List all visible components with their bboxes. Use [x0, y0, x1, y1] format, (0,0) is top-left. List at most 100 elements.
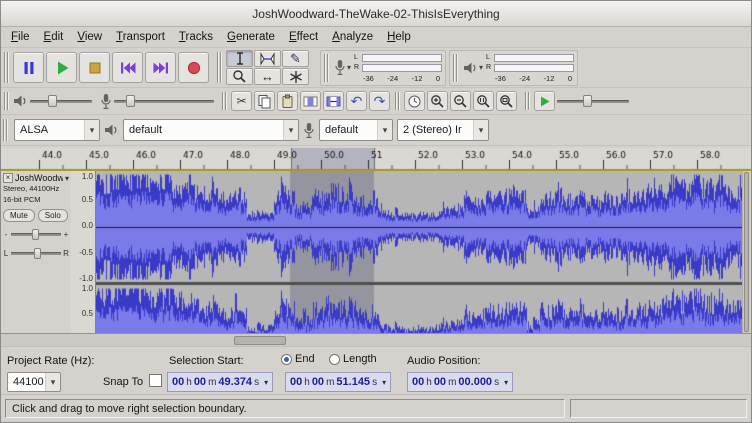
trim-button[interactable]	[300, 91, 321, 111]
multitool-icon	[289, 70, 303, 84]
zoom-in-button[interactable]	[427, 91, 448, 111]
zoom-selection-icon	[476, 94, 491, 109]
snap-to-label: Snap To	[103, 376, 143, 388]
h-scrollbar[interactable]	[1, 334, 751, 347]
timeline-ruler[interactable]	[1, 148, 751, 170]
menu-effect[interactable]: Effect	[282, 29, 325, 45]
toolbar-grip[interactable]	[324, 54, 329, 82]
solo-button[interactable]: Solo	[38, 209, 68, 222]
host-select[interactable]: ALSA ▾	[14, 119, 100, 141]
stop-button[interactable]	[79, 52, 110, 83]
pause-button[interactable]	[13, 52, 44, 83]
skip-start-button[interactable]	[112, 52, 143, 83]
meter-dropdown-icon[interactable]: ▾	[347, 63, 351, 72]
toolbar-grip[interactable]	[222, 92, 227, 110]
undo-icon: ↶	[351, 93, 363, 110]
envelope-tool-button[interactable]	[254, 50, 281, 67]
toolbar-grip[interactable]	[217, 52, 222, 83]
playback-meter[interactable]: ▾ L R -36-24-120	[449, 50, 578, 86]
transcription-toolbar	[524, 89, 633, 113]
playback-volume-slider[interactable]	[30, 94, 92, 108]
snap-to-checkbox[interactable]	[149, 374, 162, 387]
toolbar-row-1: ✎ ↔ ▾ L R -36-24-120	[1, 48, 751, 88]
menu-analyze[interactable]: Analyze	[325, 29, 380, 45]
menubar: File Edit View Transport Tracks Generate…	[1, 27, 751, 48]
paste-button[interactable]	[277, 91, 298, 111]
project-rate-select[interactable]: 44100 ▾	[7, 372, 61, 392]
menu-view[interactable]: View	[70, 29, 109, 45]
zoom-in-icon	[430, 94, 445, 109]
menu-file[interactable]: File	[4, 29, 37, 45]
undo-button[interactable]: ↶	[346, 91, 367, 111]
play-button[interactable]	[46, 52, 77, 83]
track-bitdepth: 16-bit PCM	[3, 196, 69, 205]
silence-button[interactable]	[323, 91, 344, 111]
playback-device-select[interactable]: default ▾	[123, 119, 299, 141]
time-spinner-icon[interactable]: ▾	[264, 378, 268, 387]
tools-toolbar: ✎ ↔	[216, 49, 317, 86]
selection-end-time[interactable]: 00h 00m 51.145s ▾	[285, 372, 391, 392]
amplitude-ruler[interactable]: 1.0 0.5 0.0 -0.5 -1.0 1.0 0.5	[71, 171, 96, 333]
record-button[interactable]	[178, 52, 209, 83]
copy-button[interactable]	[254, 91, 275, 111]
h-scrollbar-thumb[interactable]	[234, 336, 286, 345]
zoom-tool-button[interactable]	[226, 68, 253, 85]
toolbar-grip[interactable]	[4, 52, 9, 83]
timeshift-icon: ↔	[261, 70, 274, 83]
toolbar-grip[interactable]	[453, 54, 458, 82]
track-menu-arrow-icon[interactable]: ▾	[65, 174, 69, 183]
channels-select[interactable]: 2 (Stereo) Ir ▾	[397, 119, 489, 141]
toolbar-grip[interactable]	[4, 92, 9, 110]
track-control-panel[interactable]: × JoshWoodwa ▾ Stereo, 44100Hz 16-bit PC…	[1, 171, 71, 333]
menu-help[interactable]: Help	[380, 29, 418, 45]
meter-dropdown-icon[interactable]: ▾	[479, 63, 483, 72]
redo-icon: ↷	[374, 93, 386, 110]
menu-generate[interactable]: Generate	[220, 29, 282, 45]
mute-button[interactable]: Mute	[3, 209, 35, 222]
recording-volume-slider[interactable]	[114, 94, 214, 108]
v-scrollbar[interactable]	[742, 171, 750, 333]
play-at-speed-button[interactable]	[534, 91, 555, 111]
play-speed-slider[interactable]	[557, 94, 629, 108]
length-radio[interactable]: Length	[329, 353, 377, 365]
pan-slider[interactable]: L R	[3, 247, 69, 260]
zoom-out-button[interactable]	[450, 91, 471, 111]
end-radio[interactable]: End	[281, 353, 315, 365]
track-close-button[interactable]: ×	[3, 173, 13, 183]
zoom-out-icon	[453, 94, 468, 109]
selection-tool-button[interactable]	[226, 50, 253, 67]
pencil-icon: ✎	[290, 52, 301, 65]
menu-edit[interactable]: Edit	[37, 29, 71, 45]
track-name[interactable]: JoshWoodwa	[15, 173, 63, 183]
multi-tool-button[interactable]	[282, 68, 309, 85]
recording-device-select[interactable]: default ▾	[319, 119, 393, 141]
selection-start-time[interactable]: 00h 00m 49.374s ▾	[167, 372, 273, 392]
recording-meter[interactable]: ▾ L R -36-24-120	[320, 50, 446, 86]
project-rate-label: Project Rate (Hz):	[7, 355, 94, 367]
menu-transport[interactable]: Transport	[109, 29, 172, 45]
speaker-icon	[104, 123, 119, 137]
microphone-icon	[303, 122, 315, 139]
toolbar-grip[interactable]	[525, 92, 530, 110]
play-icon	[53, 59, 71, 77]
time-spinner-icon[interactable]: ▾	[504, 378, 508, 387]
cut-button[interactable]: ✂	[231, 91, 252, 111]
paste-icon	[280, 94, 295, 109]
audio-position-time[interactable]: 00h 00m 00.000s ▾	[407, 372, 513, 392]
sync-lock-button[interactable]	[404, 91, 425, 111]
titlebar[interactable]: JoshWoodward-TheWake-02-ThisIsEverything	[1, 1, 751, 27]
redo-button[interactable]: ↷	[369, 91, 390, 111]
draw-tool-button[interactable]: ✎	[282, 50, 309, 67]
gain-slider[interactable]: - +	[3, 228, 69, 241]
v-scrollbar-thumb[interactable]	[744, 172, 749, 332]
timeshift-tool-button[interactable]: ↔	[254, 68, 281, 85]
toolbar-grip[interactable]	[395, 92, 400, 110]
menu-tracks[interactable]: Tracks	[172, 29, 220, 45]
time-spinner-icon[interactable]: ▾	[382, 378, 386, 387]
waveform-canvas[interactable]	[96, 171, 742, 333]
zoom-fit-button[interactable]	[496, 91, 517, 111]
zoom-selection-button[interactable]	[473, 91, 494, 111]
toolbar-grip[interactable]	[3, 119, 8, 141]
skip-end-button[interactable]	[145, 52, 176, 83]
window-title: JoshWoodward-TheWake-02-ThisIsEverything	[252, 7, 499, 21]
